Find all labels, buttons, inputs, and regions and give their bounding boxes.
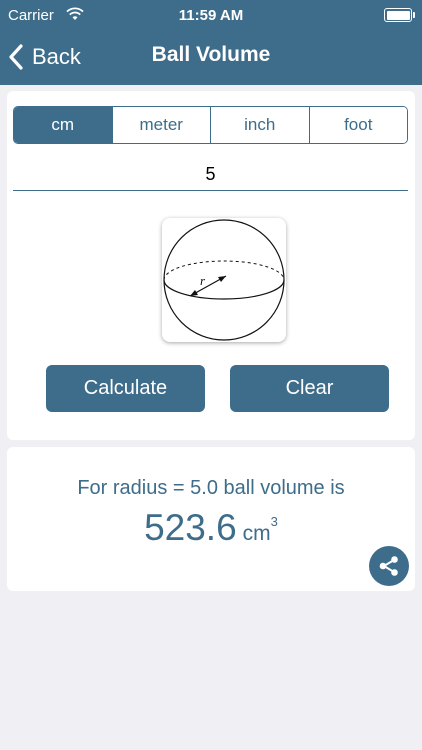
header: Carrier 11:59 AM Back Ball Volume (0, 0, 422, 85)
unit-option-cm[interactable]: cm (14, 107, 112, 143)
sphere-icon: r (163, 219, 285, 341)
sphere-diagram: r (162, 218, 286, 342)
result-value: 523.6 (144, 507, 237, 548)
unit-option-foot[interactable]: foot (308, 107, 407, 143)
input-card: cm meter inch foot r Calculate Clear (7, 91, 415, 440)
share-button[interactable] (369, 546, 409, 586)
radius-input[interactable] (13, 158, 408, 191)
calculate-button[interactable]: Calculate (46, 365, 205, 412)
nav-bar: Back Ball Volume (0, 30, 422, 85)
clear-button[interactable]: Clear (230, 365, 389, 412)
battery-tip (413, 12, 415, 18)
result-unit: cm (242, 522, 271, 545)
unit-option-meter[interactable]: meter (111, 107, 210, 143)
share-icon (379, 556, 398, 576)
battery-full-icon (384, 8, 412, 22)
unit-selector: cm meter inch foot (13, 106, 408, 144)
result-value-block: 523.6 cm3 (7, 507, 415, 549)
clock: 11:59 AM (178, 7, 244, 24)
unit-option-inch[interactable]: inch (210, 107, 309, 143)
page-title: Ball Volume (151, 43, 271, 66)
result-exponent: 3 (270, 514, 278, 529)
result-card: For radius = 5.0 ball volume is 523.6 cm3 (7, 447, 415, 591)
status-bar: Carrier 11:59 AM (0, 0, 422, 30)
result-description: For radius = 5.0 ball volume is (77, 477, 345, 499)
radius-label: r (200, 273, 206, 288)
